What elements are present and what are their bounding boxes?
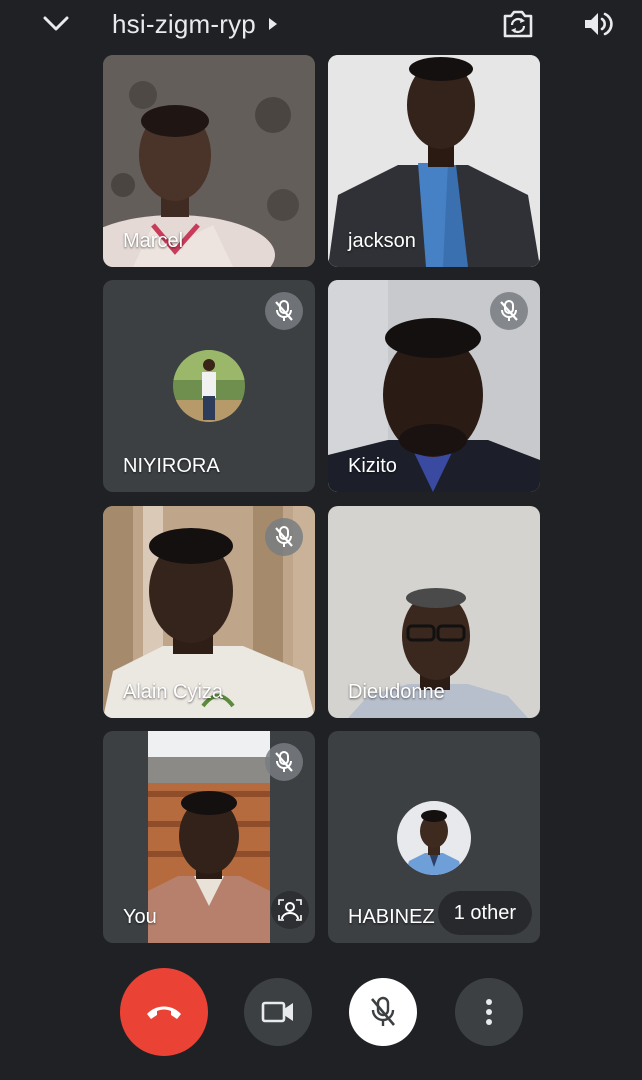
mic-off-icon xyxy=(275,300,293,321)
top-bar: hsi-zigm-ryp xyxy=(0,0,642,50)
participant-tile-self[interactable]: You xyxy=(103,731,315,943)
participant-name: jackson xyxy=(348,230,416,252)
caret-right-icon xyxy=(268,17,278,31)
participant-name: NIYIRORA xyxy=(123,455,220,477)
speaker-button[interactable] xyxy=(580,6,618,42)
participant-tile-kizito[interactable]: Kizito xyxy=(328,280,540,492)
more-vert-icon xyxy=(486,999,492,1025)
avatar xyxy=(397,801,471,875)
muted-indicator xyxy=(265,518,303,556)
meeting-title[interactable]: hsi-zigm-ryp xyxy=(112,6,278,42)
participant-name: Kizito xyxy=(348,455,397,477)
muted-indicator xyxy=(265,292,303,330)
effects-button[interactable] xyxy=(271,891,309,929)
participant-tile-alain-cyiza[interactable]: Alain Cyiza xyxy=(103,506,315,718)
switch-camera-icon xyxy=(503,10,533,38)
collapse-button[interactable] xyxy=(38,8,74,40)
video-camera-icon xyxy=(261,1001,293,1023)
mic-toggle-button[interactable] xyxy=(349,978,417,1046)
participant-name: Dieudonne xyxy=(348,681,445,703)
mic-off-icon xyxy=(500,300,518,321)
participant-tile-jackson[interactable]: jackson xyxy=(328,55,540,267)
participant-name: You xyxy=(123,906,157,928)
muted-indicator xyxy=(490,292,528,330)
background-effects-icon xyxy=(278,899,302,921)
speaker-icon xyxy=(585,12,613,36)
participant-tile-niyirora[interactable]: NIYIRORA xyxy=(103,280,315,492)
participant-name: Marcel xyxy=(123,230,184,252)
participant-name: Alain Cyiza xyxy=(123,681,224,703)
phone-hangup-icon xyxy=(147,1006,181,1019)
participant-tile-dieudonne[interactable]: Dieudonne xyxy=(328,506,540,718)
participant-tile-marcel[interactable]: Marcel xyxy=(103,55,315,267)
avatar xyxy=(173,350,245,422)
more-options-button[interactable] xyxy=(455,978,523,1046)
participant-tile-habinez[interactable]: HABINEZ 1 other xyxy=(328,731,540,943)
camera-toggle-button[interactable] xyxy=(244,978,312,1046)
participant-name: HABINEZ xyxy=(348,906,435,928)
mic-off-icon xyxy=(275,526,293,547)
meeting-code: hsi-zigm-ryp xyxy=(112,8,256,39)
end-call-button[interactable] xyxy=(120,968,208,1056)
switch-camera-button[interactable] xyxy=(498,6,538,42)
muted-indicator xyxy=(265,743,303,781)
mic-off-icon xyxy=(275,751,293,772)
others-count-badge[interactable]: 1 other xyxy=(437,891,532,935)
self-video-feed xyxy=(148,731,270,943)
mic-off-icon xyxy=(371,996,395,1026)
chevron-down-icon xyxy=(43,16,69,31)
